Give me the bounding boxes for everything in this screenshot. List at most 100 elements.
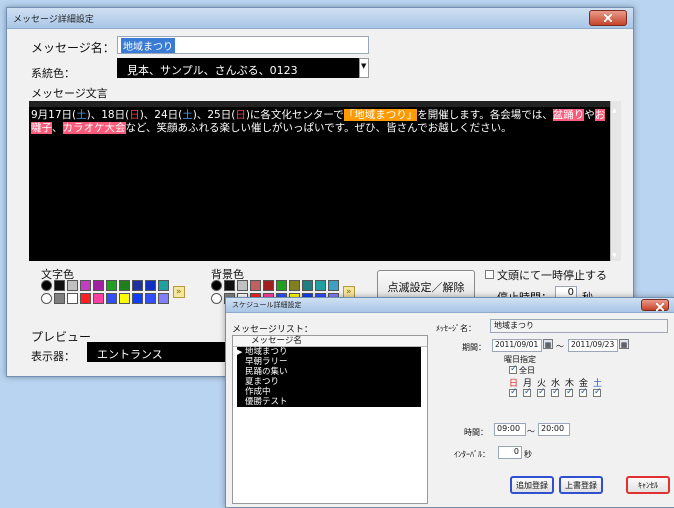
text-color-swatch[interactable] (106, 280, 117, 291)
text-color-swatch[interactable] (132, 280, 143, 291)
scroll-down-icon[interactable]: ▼ (612, 252, 617, 259)
time-to-value: 20:00 (541, 424, 565, 433)
time-to-input[interactable]: 20:00 (538, 423, 570, 436)
system-color-value: 見本、サンプル、さんぷる、0123 (127, 64, 298, 77)
list-item[interactable]: 夏まつり (237, 377, 421, 387)
schedule-close-button[interactable] (641, 299, 669, 311)
message-name-input[interactable]: 地域まつり (117, 36, 369, 54)
list-item[interactable]: 早朝ラリー (237, 357, 421, 367)
message-text-scrollbar[interactable]: ▲ ▼ (610, 101, 621, 261)
time-separator: ～ (527, 427, 535, 436)
main-close-button[interactable] (589, 10, 627, 26)
weekday-sat-checkbox[interactable] (593, 387, 602, 397)
text-color-swatch[interactable] (41, 280, 52, 291)
bg-color-swatch[interactable] (211, 280, 222, 291)
system-color-select[interactable]: 見本、サンプル、さんぷる、0123 (117, 58, 367, 78)
interval-input[interactable]: 0 (498, 446, 522, 459)
palette-more-icon[interactable]: » (173, 286, 185, 298)
interval-value: 0 (513, 447, 519, 456)
message-list-label: メッセージリスト： (232, 325, 313, 335)
text-color-swatch[interactable] (67, 280, 78, 291)
overwrite-register-label: 上書登録 (565, 481, 597, 490)
bg-color-swatch[interactable] (250, 280, 261, 291)
main-titlebar[interactable]: メッセージ詳細設定 (7, 8, 633, 29)
bg-color-swatch[interactable] (224, 280, 235, 291)
schedule-message-name-input[interactable]: 地域まつり (490, 319, 668, 333)
time-from-value: 09:00 (497, 424, 521, 433)
text-color-swatch[interactable] (119, 293, 130, 304)
period-separator: ～ (556, 342, 564, 351)
text-color-swatch[interactable] (67, 293, 78, 304)
list-item[interactable]: ▶ 地域まつり (237, 347, 421, 357)
preview-label: プレビュー (31, 330, 92, 344)
period-label: 期間： (462, 343, 486, 352)
display-label: 表示器： (31, 350, 75, 363)
list-item[interactable]: 優勝テスト (237, 397, 421, 407)
time-from-input[interactable]: 09:00 (494, 423, 526, 436)
weekday-thu-checkbox[interactable] (565, 387, 574, 397)
weekday-mon-checkbox[interactable] (523, 387, 532, 397)
cancel-label: ｷｬﾝｾﾙ (638, 481, 658, 490)
overwrite-register-button[interactable]: 上書登録 (559, 476, 603, 494)
cancel-button[interactable]: ｷｬﾝｾﾙ (626, 476, 670, 494)
all-days-label: 全日 (519, 366, 535, 375)
weekday-tue-checkbox[interactable] (537, 387, 546, 397)
display-select[interactable]: エントランス (87, 342, 227, 362)
weekday-row: 日 月 火 水 木 金 土 (509, 376, 669, 400)
bg-color-swatch[interactable] (276, 280, 287, 291)
display-value: エントランス (97, 348, 163, 361)
message-list[interactable]: メッセージ名 ▶ 地域まつり 早朝ラリー 民踊の集い 夏まつり 作成中 優勝テスト (232, 335, 428, 504)
bg-color-swatch[interactable] (302, 280, 313, 291)
text-color-swatch[interactable] (145, 280, 156, 291)
message-text-content: 9月17日(土)、18日(日)、24日(土)、25日(日)に各文化センターで「地… (31, 109, 606, 134)
message-name-value: 地域まつり (121, 38, 175, 53)
weekday-sun-checkbox[interactable] (509, 387, 518, 397)
text-color-swatch[interactable] (93, 293, 104, 304)
list-item[interactable]: 作成中 (237, 387, 421, 397)
text-color-swatch[interactable] (54, 280, 65, 291)
schedule-titlebar[interactable]: スケジュール詳細設定 (226, 298, 674, 313)
text-color-swatch[interactable] (80, 293, 91, 304)
add-register-label: 追加登録 (516, 481, 548, 490)
bg-color-swatch[interactable] (289, 280, 300, 291)
list-item[interactable]: 民踊の集い (237, 367, 421, 377)
all-days-checkbox[interactable] (509, 364, 518, 374)
period-from-input[interactable]: 2011/09/01 (492, 339, 542, 352)
text-color-swatch[interactable] (158, 280, 169, 291)
weekday-wed-checkbox[interactable] (551, 387, 560, 397)
calendar-icon[interactable]: ▦ (619, 339, 629, 349)
bg-color-swatch[interactable] (315, 280, 326, 291)
bg-color-swatch[interactable] (328, 280, 339, 291)
interval-unit: 秒 (524, 450, 532, 459)
text-color-swatch[interactable] (132, 293, 143, 304)
weekday-fri-checkbox[interactable] (579, 387, 588, 397)
calendar-icon[interactable]: ▦ (543, 339, 553, 349)
bg-color-swatch[interactable] (263, 280, 274, 291)
blink-toggle-label: 点滅設定／解除 (387, 281, 465, 294)
message-text-editor[interactable]: 9月17日(土)、18日(日)、24日(土)、25日(日)に各文化センターで「地… (29, 101, 621, 261)
text-color-swatch[interactable] (54, 293, 65, 304)
message-text-label: メッセージ文言 (31, 87, 108, 100)
period-from-value: 2011/09/01 (495, 340, 539, 349)
main-window-title: メッセージ詳細設定 (13, 15, 94, 25)
schedule-message-name-label: ﾒｯｾｰｼﾞ名： (436, 324, 476, 333)
text-color-swatch[interactable] (106, 293, 117, 304)
add-register-button[interactable]: 追加登録 (510, 476, 554, 494)
text-color-swatch[interactable] (80, 280, 91, 291)
text-color-swatch[interactable] (158, 293, 169, 304)
system-color-label: 系統色： (31, 67, 75, 80)
pause-at-start-checkbox[interactable] (485, 270, 494, 279)
message-list-header[interactable]: メッセージ名 (233, 336, 427, 347)
weekday-label: 曜日指定 (504, 355, 536, 364)
text-color-swatch[interactable] (145, 293, 156, 304)
bg-color-swatch[interactable] (211, 293, 222, 304)
scroll-up-icon[interactable]: ▲ (612, 107, 617, 114)
bg-color-swatch[interactable] (237, 280, 248, 291)
system-color-dropdown-button[interactable]: ▼ (359, 58, 369, 78)
message-name-label: メッセージ名： (31, 41, 115, 55)
text-color-swatch[interactable] (93, 280, 104, 291)
schedule-message-name-value: 地域まつり (494, 321, 534, 330)
text-color-swatch[interactable] (119, 280, 130, 291)
period-to-input[interactable]: 2011/09/23 (568, 339, 618, 352)
text-color-swatch[interactable] (41, 293, 52, 304)
